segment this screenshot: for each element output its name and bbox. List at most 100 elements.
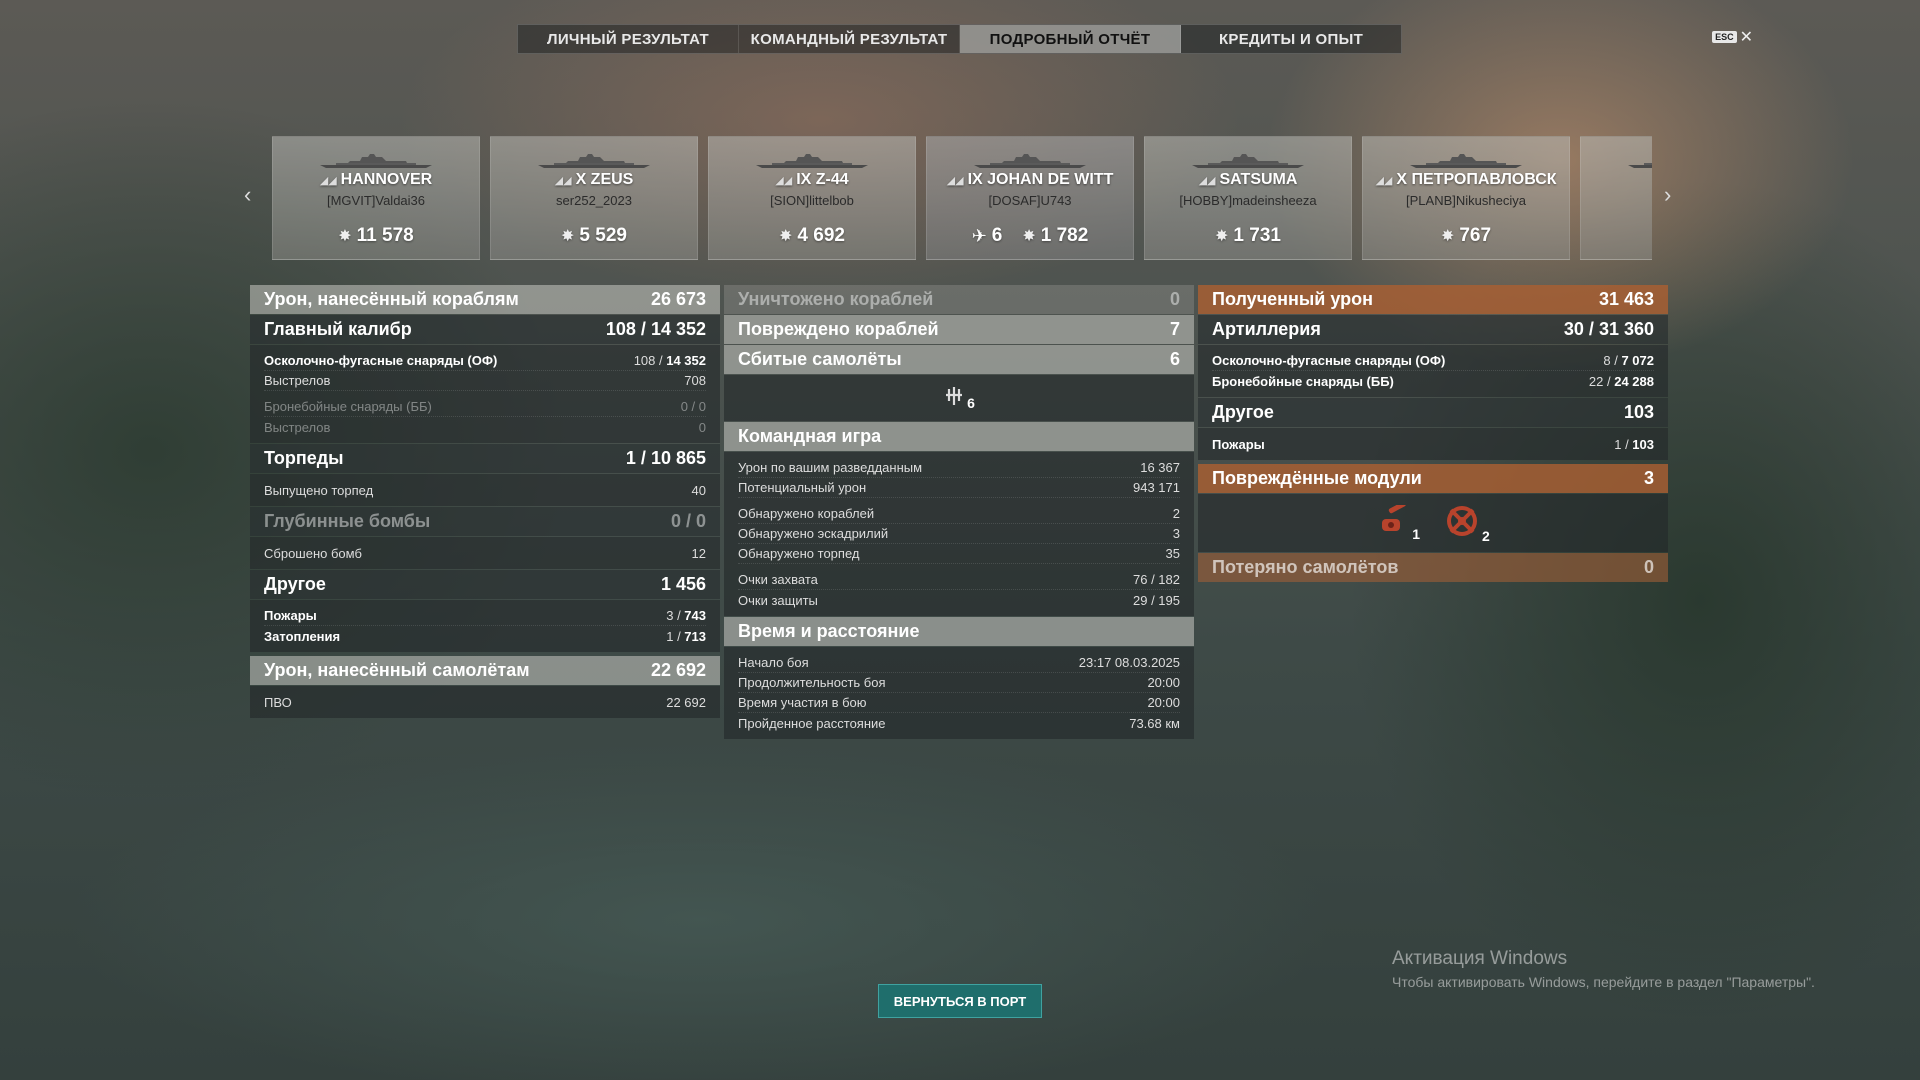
ships-spotted-row: Обнаружено кораблей 2 bbox=[738, 504, 1180, 524]
player-name: [SEN bbox=[1581, 193, 1652, 208]
gun-turret-icon bbox=[1376, 501, 1412, 542]
player-card[interactable]: ◢◢ HANNOVER [MGVIT]Valdai36 ✸ 11 578 bbox=[272, 136, 480, 260]
other-damage-header: Другое 1 456 bbox=[250, 570, 720, 599]
ship-name: ◢◢ IX Z-44 bbox=[775, 171, 849, 188]
damaged-modules-icons: 1 2 bbox=[1198, 494, 1668, 552]
combat-summary-panel: Уничтожено кораблей 0 Повреждено кораблей… bbox=[724, 285, 1194, 740]
ship-class-icon: ◢◢ bbox=[554, 174, 572, 187]
artillery-header: Артиллерия 30 / 31 360 bbox=[1198, 315, 1668, 344]
damage-dealt-panel: Урон, нанесённый кораблям 26 673 Главный … bbox=[250, 285, 720, 719]
player-card[interactable]: ◢◢ SATSUMA [HOBBY]madeinsheeza ✸ 1 731 bbox=[1144, 136, 1352, 260]
ship-class-icon: ◢◢ bbox=[1375, 174, 1393, 187]
spotting-damage-row: Урон по вашим разведданным 16 367 bbox=[738, 458, 1180, 478]
participation-time-row: Время участия в бою 20:00 bbox=[738, 693, 1180, 713]
card-damage: ✈ 6 ✸ 1 782 bbox=[971, 225, 1089, 246]
ship-name: ◢◢ X ZEUS bbox=[554, 171, 634, 188]
player-name: [MGVIT]Valdai36 bbox=[326, 193, 426, 208]
tab-credits-xp[interactable]: КРЕДИТЫ И ОПЫТ bbox=[1181, 25, 1401, 53]
fires-row: Пожары 3 / 743 bbox=[264, 606, 706, 626]
scroll-left-icon[interactable]: ‹ bbox=[244, 182, 251, 208]
ap-shells-row: Бронебойные снаряды (ББ) 0 / 0 bbox=[264, 397, 706, 417]
artillery-details: Осколочно-фугасные снаряды (ОФ) 8 / 7 07… bbox=[1198, 345, 1668, 397]
card-damage: ✸ 4 692 bbox=[779, 225, 845, 246]
player-card[interactable]: ◢◢ IX JOHAN DE WITT [DOSAF]U743 ✈ 6 ✸ 1 782 bbox=[926, 136, 1134, 260]
player-name: [PLANB]Nikusheciya bbox=[1406, 193, 1526, 208]
card-damage: ✸ 1 731 bbox=[1215, 225, 1281, 246]
distance-row: Пройденное расстояние 73.68 км bbox=[738, 715, 1180, 731]
time-distance-header: Время и расстояние bbox=[724, 617, 1194, 646]
damage-received-header: Полученный урон 31 463 bbox=[1198, 285, 1668, 314]
torpedoes-details: Выпущено торпед 40 bbox=[250, 474, 720, 506]
windows-activation-watermark: Активация Windows Чтобы активировать Win… bbox=[1392, 948, 1815, 990]
main-battery-header: Главный калибр 108 / 14 352 bbox=[250, 315, 720, 344]
ship-class-icon: ◢◢ bbox=[946, 174, 964, 187]
fighter-kill-icon: ✈ bbox=[971, 225, 987, 246]
player-name: [HOBBY]madeinsheeza bbox=[1179, 193, 1317, 208]
player-name: ser252_2023 bbox=[556, 193, 632, 208]
team-play-header: Командная игра bbox=[724, 422, 1194, 451]
player-card[interactable]: ◢◢ X ПЕТРОПАВЛОВСК [PLANB]Nikusheciya ✸ 767 bbox=[1362, 136, 1570, 260]
ap-shots-row: Выстрелов 0 bbox=[264, 419, 706, 435]
floods-row: Затопления 1 / 713 bbox=[264, 628, 706, 644]
ships-destroyed-header: Уничтожено кораблей 0 bbox=[724, 285, 1194, 314]
plane-kill-count: 6 bbox=[967, 395, 975, 411]
damage-received-panel: Полученный урон 31 463 Артиллерия 30 / 31… bbox=[1198, 285, 1668, 583]
player-name: [SION]littelbob bbox=[770, 193, 854, 208]
defense-points-row: Очки защиты 29 / 195 bbox=[738, 592, 1180, 608]
card-damage: ✸ 5 529 bbox=[561, 225, 627, 246]
scroll-right-icon[interactable]: › bbox=[1664, 182, 1671, 208]
damage-to-ships-header: Урон, нанесённый кораблям 26 673 bbox=[250, 285, 720, 314]
tab-detailed-report[interactable]: ПОДРОБНЫЙ ОТЧЁТ bbox=[960, 25, 1181, 53]
windows-activation-text: Чтобы активировать Windows, перейдите в … bbox=[1392, 974, 1815, 990]
plane-kill-icon bbox=[943, 385, 965, 412]
windows-activation-title: Активация Windows bbox=[1392, 948, 1568, 969]
result-tabs: ЛИЧНЫЙ РЕЗУЛЬТАТ КОМАНДНЫЙ РЕЗУЛЬТАТ ПОД… bbox=[517, 24, 1402, 54]
module-gun-item: 1 bbox=[1376, 501, 1420, 542]
player-name: [DOSAF]U743 bbox=[988, 193, 1072, 208]
received-fires-row: Пожары 1 / 103 bbox=[1212, 436, 1654, 452]
ships-damaged-header: Повреждено кораблей 7 bbox=[724, 315, 1194, 344]
bombs-dropped-row: Сброшено бомб 12 bbox=[264, 545, 706, 561]
return-to-port-button[interactable]: ВЕРНУТЬСЯ В ПОРТ bbox=[878, 984, 1042, 1018]
main-battery-details: Осколочно-фугасные снаряды (ОФ) 108 / 14… bbox=[250, 345, 720, 443]
damage-to-planes-header: Урон, нанесённый самолётам 22 692 bbox=[250, 656, 720, 685]
ship-class-icon: ◢◢ bbox=[319, 174, 337, 187]
he-shots-row: Выстрелов 708 bbox=[264, 371, 706, 391]
time-distance-details: Начало боя 23:17 08.03.2025 Продолжительн… bbox=[724, 647, 1194, 739]
potential-damage-row: Потенциальный урон 943 171 bbox=[738, 478, 1180, 498]
tab-personal-result[interactable]: ЛИЧНЫЙ РЕЗУЛЬТАТ bbox=[518, 25, 739, 53]
ship-class-icon: ◢◢ bbox=[1198, 174, 1216, 187]
team-play-details: Урон по вашим разведданным 16 367 Потенци… bbox=[724, 452, 1194, 616]
player-card[interactable]: ◢◢ IX Z-44 [SION]littelbob ✸ 4 692 bbox=[708, 136, 916, 260]
module-steering-item: 2 bbox=[1442, 503, 1490, 544]
damage-burst-icon: ✸ bbox=[1440, 228, 1455, 245]
ship-name: ◢◢ SATSUMA bbox=[1198, 171, 1298, 188]
received-other-header: Другое 103 bbox=[1198, 398, 1668, 427]
ship-name: ◢◢ IX JOHAN DE WITT bbox=[946, 171, 1114, 188]
steering-gear-icon bbox=[1442, 503, 1482, 544]
damage-burst-icon: ✸ bbox=[779, 228, 793, 245]
he-shells-row: Осколочно-фугасные снаряды (ОФ) 108 / 14… bbox=[264, 351, 706, 371]
player-card[interactable]: ◢◢ X ZEUS ser252_2023 ✸ 5 529 bbox=[490, 136, 698, 260]
squadrons-spotted-row: Обнаружено эскадрилий 3 bbox=[738, 524, 1180, 544]
capture-points-row: Очки захвата 76 / 182 bbox=[738, 570, 1180, 590]
torpedoes-spotted-row: Обнаружено торпед 35 bbox=[738, 544, 1180, 564]
planes-shot-down-icons: 6 bbox=[724, 375, 1194, 421]
close-button[interactable]: ESC ✕ bbox=[1712, 27, 1753, 47]
other-damage-details: Пожары 3 / 743 Затопления 1 / 713 bbox=[250, 600, 720, 652]
battle-start-row: Начало боя 23:17 08.03.2025 bbox=[738, 653, 1180, 673]
damage-burst-icon: ✸ bbox=[338, 228, 352, 245]
received-other-details: Пожары 1 / 103 bbox=[1198, 428, 1668, 460]
damage-burst-icon: ✸ bbox=[1215, 228, 1229, 245]
received-he-row: Осколочно-фугасные снаряды (ОФ) 8 / 7 07… bbox=[1212, 351, 1654, 371]
card-damage: ✸ 767 bbox=[1440, 225, 1492, 246]
aa-row: ПВО 22 692 bbox=[264, 694, 706, 710]
esc-key-badge: ESC bbox=[1712, 31, 1737, 43]
torpedoes-launched-row: Выпущено торпед 40 bbox=[264, 482, 706, 498]
ship-name: ◢◢ X ПЕТРОПАВЛОВСК bbox=[1375, 171, 1557, 188]
tab-team-result[interactable]: КОМАНДНЫЙ РЕЗУЛЬТАТ bbox=[739, 25, 960, 53]
player-card[interactable]: ◢◢ [SEN bbox=[1580, 136, 1652, 260]
damaged-modules-header: Повреждённые модули 3 bbox=[1198, 464, 1668, 493]
close-icon: ✕ bbox=[1739, 29, 1753, 46]
planes-lost-header: Потеряно самолётов 0 bbox=[1198, 553, 1668, 582]
